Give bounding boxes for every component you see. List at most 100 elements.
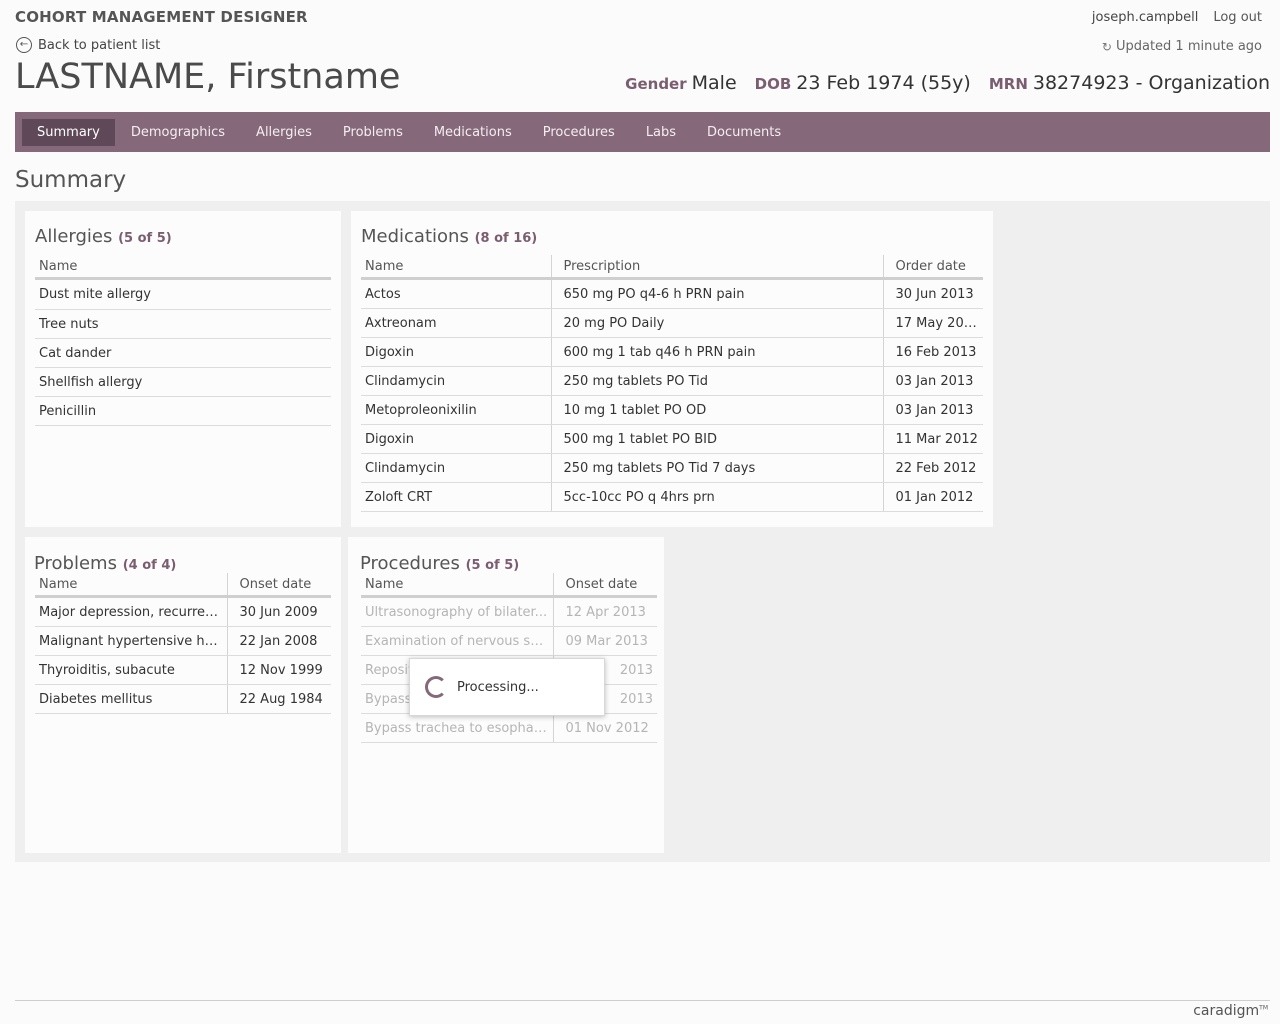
table-row[interactable]: Clindamycin 250 mg tablets PO Tid 7 days… [361, 453, 983, 483]
brand-name: caradigm [1193, 1003, 1260, 1019]
procedures-col-onset-date: Onset date [552, 573, 657, 598]
gender-label: Gender [625, 75, 687, 93]
procedure-onset-date: 12 Apr 2013 [552, 596, 657, 627]
table-row[interactable]: Cat dander [35, 338, 331, 368]
medications-title[interactable]: Medications (8 of 16) [361, 226, 537, 247]
table-row[interactable]: Digoxin 600 mg 1 tab q46 h PRN pain 16 F… [361, 337, 983, 367]
table-row[interactable]: Tree nuts [35, 309, 331, 339]
medication-order-date: 01 Jan 2012 [882, 482, 983, 512]
medications-col-order-date[interactable]: Order date [882, 255, 983, 280]
footer-divider [15, 1000, 1270, 1001]
table-row[interactable]: Dust mite allergy [35, 278, 331, 310]
processing-label: Processing... [457, 679, 539, 695]
page-title: Summary [15, 167, 127, 193]
medications-col-prescription[interactable]: Prescription [550, 255, 883, 280]
mrn-value: 38274923 - Organization [1032, 72, 1270, 94]
table-row[interactable]: Shellfish allergy [35, 367, 331, 397]
logout-link[interactable]: Log out [1213, 10, 1262, 25]
updated-text: Updated 1 minute ago [1115, 39, 1262, 54]
updated-status[interactable]: ↻ Updated 1 minute ago [1102, 39, 1262, 54]
medication-name: Metoproleonixilin [361, 395, 551, 425]
allergies-title[interactable]: Allergies (5 of 5) [35, 226, 172, 247]
medication-name: Clindamycin [361, 366, 551, 396]
main-nav: Summary Demographics Allergies Problems … [15, 112, 1270, 152]
medications-count: (8 of 16) [474, 231, 538, 246]
procedures-title[interactable]: Procedures (5 of 5) [360, 553, 519, 574]
tab-medications[interactable]: Medications [419, 119, 527, 146]
table-row[interactable]: Axtreonam 20 mg PO Daily 17 May 2013 [361, 308, 983, 338]
gender-value: Male [691, 72, 737, 94]
medications-title-text: Medications [361, 226, 469, 247]
medication-order-date: 30 Jun 2013 [882, 278, 983, 309]
allergies-panel: Allergies (5 of 5) Name Dust mite allerg… [25, 211, 341, 527]
problem-onset-date: 30 Jun 2009 [226, 596, 331, 627]
problems-title[interactable]: Problems (4 of 4) [34, 553, 176, 574]
table-row: Examination of nervous sys... 09 Mar 201… [361, 626, 657, 656]
loading-spinner-icon [425, 676, 447, 698]
procedures-count: (5 of 5) [465, 558, 520, 573]
dob-value: 23 Feb 1974 (55y) [796, 72, 971, 94]
allergies-count: (5 of 5) [118, 231, 172, 246]
dob-label: DOB [754, 75, 792, 93]
allergy-name: Cat dander [35, 338, 331, 368]
medication-order-date: 22 Feb 2012 [882, 453, 983, 483]
problem-onset-date: 12 Nov 1999 [226, 655, 331, 685]
tab-allergies[interactable]: Allergies [241, 119, 327, 146]
allergy-name: Penicillin [35, 396, 331, 426]
user-area: joseph.campbell Log out [1092, 10, 1262, 25]
allergies-col-name[interactable]: Name [35, 255, 331, 280]
mrn-label: MRN [988, 75, 1028, 93]
tab-labs[interactable]: Labs [631, 119, 691, 146]
table-row[interactable]: Actos 650 mg PO q4-6 h PRN pain 30 Jun 2… [361, 278, 983, 309]
back-to-patient-list-link[interactable]: ← Back to patient list [16, 37, 160, 53]
problems-title-text: Problems [34, 553, 117, 574]
medication-prescription: 10 mg 1 tablet PO OD [550, 395, 883, 425]
medication-order-date: 17 May 2013 [882, 308, 983, 338]
table-row[interactable]: Malignant hypertensive he... 22 Jan 2008 [35, 626, 331, 656]
medication-prescription: 500 mg 1 tablet PO BID [550, 424, 883, 454]
problems-count: (4 of 4) [122, 558, 177, 573]
refresh-icon: ↻ [1101, 39, 1112, 54]
tab-documents[interactable]: Documents [692, 119, 796, 146]
medication-name: Zoloft CRT [361, 482, 551, 512]
table-row[interactable]: Major depression, recurren... 30 Jun 200… [35, 596, 331, 627]
app-title: COHORT MANAGEMENT DESIGNER [15, 8, 308, 26]
problems-col-name[interactable]: Name [35, 573, 227, 598]
table-row[interactable]: Diabetes mellitus 22 Aug 1984 [35, 684, 331, 714]
username: joseph.campbell [1091, 10, 1199, 25]
allergies-table: Name Dust mite allergy Tree nuts Cat dan… [35, 255, 331, 426]
processing-indicator: Processing... [409, 658, 605, 716]
back-link-label: Back to patient list [38, 37, 161, 53]
table-row[interactable]: Zoloft CRT 5cc-10cc PO q 4hrs prn 01 Jan… [361, 482, 983, 512]
table-row: Ultrasonography of bilater... 12 Apr 201… [361, 596, 657, 627]
medication-name: Axtreonam [361, 308, 551, 338]
allergy-name: Shellfish allergy [35, 367, 331, 397]
brand-logo: caradigmTM [1193, 1003, 1268, 1019]
table-row: Bypass trachea to esophag... 01 Nov 2012 [361, 713, 657, 743]
problem-onset-date: 22 Aug 1984 [226, 684, 331, 714]
procedure-onset-date: 01 Nov 2012 [552, 713, 657, 743]
problems-col-onset-date[interactable]: Onset date [226, 573, 331, 598]
problem-name: Diabetes mellitus [35, 684, 227, 714]
tab-summary[interactable]: Summary [22, 118, 115, 146]
tab-problems[interactable]: Problems [328, 119, 418, 146]
medication-order-date: 11 Mar 2012 [882, 424, 983, 454]
table-row[interactable]: Penicillin [35, 396, 331, 426]
procedure-onset-date: 09 Mar 2013 [552, 626, 657, 656]
medications-table: Name Prescription Order date Actos 650 m… [361, 255, 983, 512]
allergies-title-text: Allergies [35, 226, 113, 247]
table-row[interactable]: Metoproleonixilin 10 mg 1 tablet PO OD 0… [361, 395, 983, 425]
table-row[interactable]: Thyroiditis, subacute 12 Nov 1999 [35, 655, 331, 685]
problem-name: Malignant hypertensive he... [35, 626, 227, 656]
tab-procedures[interactable]: Procedures [528, 119, 630, 146]
table-row[interactable]: Clindamycin 250 mg tablets PO Tid 03 Jan… [361, 366, 983, 396]
table-row[interactable]: Digoxin 500 mg 1 tablet PO BID 11 Mar 20… [361, 424, 983, 454]
medication-order-date: 16 Feb 2013 [882, 337, 983, 367]
medication-name: Actos [361, 278, 551, 309]
tab-demographics[interactable]: Demographics [116, 119, 240, 146]
medication-prescription: 600 mg 1 tab q46 h PRN pain [550, 337, 883, 367]
medication-name: Digoxin [361, 424, 551, 454]
procedure-name: Ultrasonography of bilater... [361, 596, 553, 627]
medications-col-name[interactable]: Name [361, 255, 551, 280]
medication-name: Digoxin [361, 337, 551, 367]
